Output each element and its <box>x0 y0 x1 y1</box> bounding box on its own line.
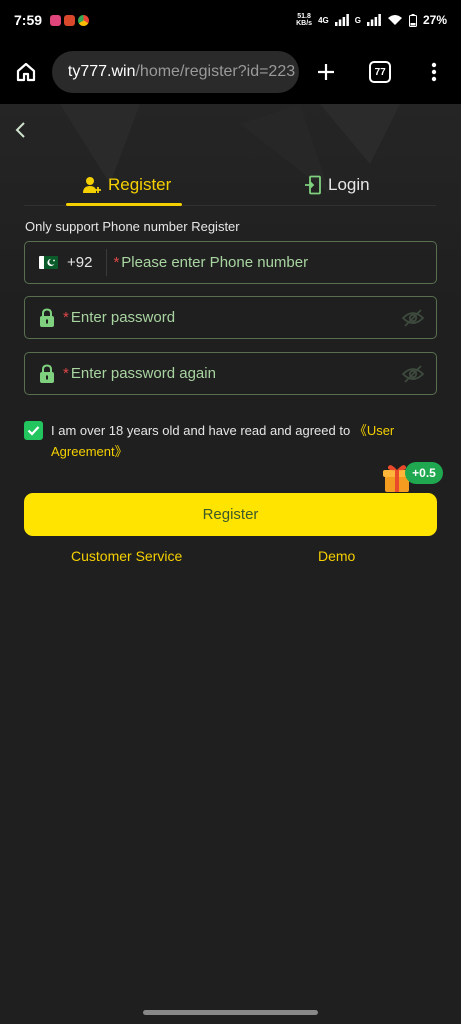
tab-register[interactable]: Register <box>82 164 171 206</box>
check-icon <box>27 426 40 436</box>
address-bar[interactable]: ty777.win/home/register?id=223 <box>51 51 300 93</box>
more-vert-icon <box>431 62 437 82</box>
password-field[interactable]: * Enter password <box>24 296 437 339</box>
tab-login-label: Login <box>328 175 370 194</box>
app-notification-icon <box>64 14 76 26</box>
eye-off-icon[interactable] <box>402 364 424 384</box>
confirm-password-field[interactable]: * Enter password again <box>24 352 437 395</box>
auth-tabs: Register Login <box>24 164 436 206</box>
notification-icons <box>50 14 90 26</box>
tab-switcher-button[interactable]: 77 <box>353 40 407 104</box>
password-input[interactable]: * Enter password <box>63 309 175 326</box>
network-type-2: G <box>354 15 361 25</box>
signal-icon-2 <box>366 14 381 26</box>
required-mark: * <box>63 365 69 382</box>
required-mark: * <box>113 254 120 271</box>
phone-input[interactable]: * Please enter Phone number <box>113 254 308 271</box>
agreement-text: I am over 18 years old and have read and… <box>51 423 395 459</box>
battery-percent: 27% <box>422 13 447 27</box>
confirm-password-placeholder: Enter password again <box>70 365 216 382</box>
new-tab-button[interactable] <box>299 40 353 104</box>
home-button[interactable] <box>0 40 52 104</box>
tab-count: 77 <box>369 61 392 83</box>
field-divider <box>106 249 108 276</box>
home-icon <box>16 62 36 82</box>
agreement-checkbox[interactable] <box>24 421 43 440</box>
chevron-left-icon <box>15 122 25 138</box>
back-button[interactable] <box>10 118 32 142</box>
active-tab-indicator <box>66 203 182 206</box>
agreement-row: I am over 18 years old and have read and… <box>24 420 424 462</box>
register-button[interactable]: Register <box>24 493 437 536</box>
status-bar: 7:59 51.8 KB/s 4G G 27% <box>0 0 461 40</box>
browser-toolbar: ty777.win/home/register?id=223 77 <box>0 40 461 104</box>
signal-icon <box>334 14 349 26</box>
url-text: ty777.win/home/register?id=223 <box>68 63 295 81</box>
register-hint: Only support Phone number Register <box>25 219 240 234</box>
url-path: /home/register?id=223 <box>135 63 296 80</box>
add-user-icon <box>83 177 101 193</box>
browser-menu-button[interactable] <box>407 40 461 104</box>
country-code-selector[interactable]: +92 <box>67 254 92 271</box>
bonus-badge: +0.5 <box>405 462 443 484</box>
tab-register-label: Register <box>108 175 172 194</box>
pakistan-flag-icon <box>39 256 58 269</box>
lock-icon <box>40 363 54 383</box>
battery-icon <box>408 13 417 27</box>
password-placeholder: Enter password <box>70 309 176 326</box>
wifi-icon <box>387 15 402 25</box>
url-host: ty777.win <box>67 63 136 80</box>
chrome-notification-icon <box>78 14 90 26</box>
net-speed: 51.8 KB/s <box>296 13 313 27</box>
demo-link[interactable]: Demo <box>318 548 355 564</box>
customer-service-link[interactable]: Customer Service <box>71 548 182 564</box>
tab-login[interactable]: Login <box>304 164 370 206</box>
gesture-nav-handle[interactable] <box>143 1010 318 1015</box>
lock-icon <box>40 307 54 327</box>
phone-placeholder: Please enter Phone number <box>121 254 309 271</box>
phone-field[interactable]: +92 * Please enter Phone number <box>24 241 437 284</box>
eye-off-icon[interactable] <box>402 308 424 328</box>
register-page: Register Login Only support Phone number… <box>0 104 461 1024</box>
required-mark: * <box>63 309 69 326</box>
app-notification-icon <box>50 14 62 26</box>
status-time: 7:59 <box>14 12 43 28</box>
network-type: 4G <box>318 15 329 25</box>
confirm-password-input[interactable]: * Enter password again <box>63 365 216 382</box>
plus-icon <box>318 64 335 80</box>
login-door-icon <box>305 175 321 195</box>
